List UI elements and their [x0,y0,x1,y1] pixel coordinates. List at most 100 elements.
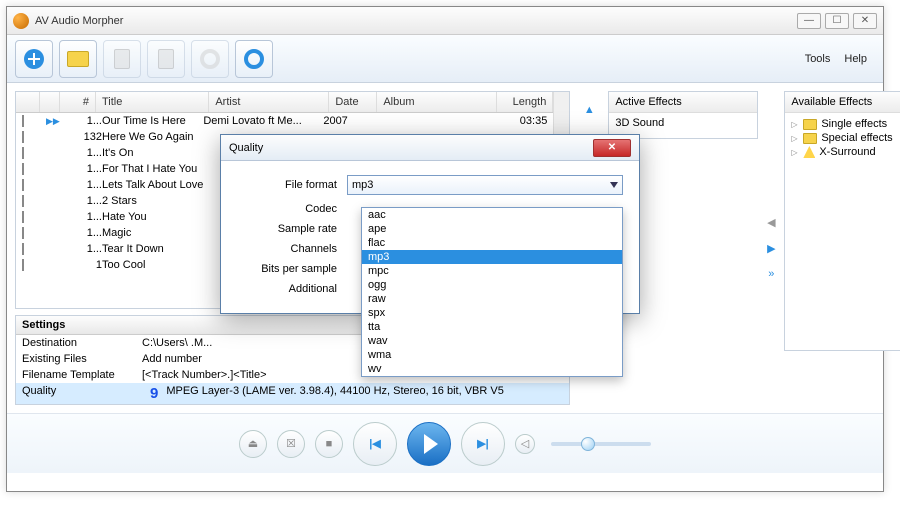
profile-button[interactable] [235,40,273,78]
label-channels: Channels [237,243,347,255]
clear-button[interactable] [147,40,185,78]
col-artist[interactable]: Artist [209,92,329,112]
dropdown-item[interactable]: spx [362,306,622,320]
play-icon [424,434,438,454]
dropdown-item[interactable]: mpc [362,264,622,278]
col-length[interactable]: Length [497,92,553,112]
cell-title: Too Cool [102,259,203,271]
dropdown-item[interactable]: ape [362,222,622,236]
chevron-right-icon: ▶ [767,242,775,255]
close-button[interactable]: ✕ [853,13,877,29]
col-title[interactable]: Title [96,92,209,112]
row-checkbox[interactable] [22,163,24,175]
cell-title: Hate You [102,211,203,223]
file-format-value: mp3 [352,179,373,191]
titlebar: AV Audio Morpher — ☐ ✕ [7,7,883,35]
dropdown-item[interactable]: flac [362,236,622,250]
active-effect-item[interactable]: 3D Sound [615,117,664,129]
add-folder-button[interactable] [59,40,97,78]
row-checkbox[interactable] [22,243,24,255]
cell-title: Here We Go Again [102,131,203,143]
delete-button[interactable] [103,40,141,78]
menu-help[interactable]: Help [844,53,867,65]
available-effects-panel: Available Effects ▷Single effects▷Specia… [784,91,900,351]
play-button[interactable] [407,422,451,466]
record-button[interactable]: ■ [315,430,343,458]
cell-num: 1... [66,211,102,223]
cell-title: Our Time Is Here [102,115,203,127]
row-checkbox[interactable] [22,211,24,223]
mute-button[interactable]: ◁ [515,434,535,454]
minimize-button[interactable]: — [797,13,821,29]
next-button[interactable]: ▶| [461,422,505,466]
tree-item[interactable]: ▷X-Surround [791,145,900,159]
prev-button[interactable]: |◀ [353,422,397,466]
expand-icon[interactable]: ▷ [791,120,799,129]
dropdown-item[interactable]: ogg [362,278,622,292]
volume-slider[interactable] [551,442,651,446]
table-row[interactable]: ▶▶ 1... Our Time Is Here Demi Lovato ft … [16,113,553,129]
cell-title: For That I Hate You [102,163,203,175]
active-effects-panel: Active Effects 3D Sound [608,91,758,139]
row-checkbox[interactable] [22,195,24,207]
cell-title: Tear It Down [102,243,203,255]
tree-item[interactable]: ▷Special effects [791,131,900,145]
trash-icon [114,49,130,69]
dropdown-item[interactable]: wma [362,348,622,362]
cell-num: 1... [66,195,102,207]
cell-num: 1... [66,227,102,239]
folder-icon [67,51,89,67]
menu-tools[interactable]: Tools [805,53,831,65]
add-button[interactable] [15,40,53,78]
setting-quality-value[interactable]: MPEG Layer-3 (LAME ver. 3.98.4), 44100 H… [166,385,563,402]
trash-dots-icon [158,49,174,69]
maximize-button[interactable]: ☐ [825,13,849,29]
dropdown-item[interactable]: wv [362,362,622,376]
effect-remove-all-button[interactable]: » [760,263,782,285]
dropdown-item[interactable]: aac [362,208,622,222]
row-checkbox[interactable] [22,131,24,143]
dropdown-item[interactable]: raw [362,292,622,306]
quality-dialog: Quality ✕ File format mp3 Codec Sample r… [220,134,640,314]
tree-item[interactable]: ▷Single effects [791,117,900,131]
dropdown-item[interactable]: wav [362,334,622,348]
row-checkbox[interactable] [22,259,24,271]
setting-template-label: Filename Template [22,369,142,381]
file-format-combo[interactable]: mp3 [347,175,623,195]
ring-icon [200,49,220,69]
arrow-up-icon: ▲ [584,104,595,116]
dialog-close-button[interactable]: ✕ [593,139,631,157]
row-checkbox[interactable] [22,179,24,191]
cell-date: 2007 [323,115,371,127]
col-num[interactable]: # [60,92,96,112]
row-checkbox[interactable] [22,147,24,159]
col-album[interactable]: Album [377,92,497,112]
cell-num: 1 [66,259,102,271]
label-additional: Additional [237,283,347,295]
label-file-format: File format [237,179,347,191]
expand-icon[interactable]: ▷ [791,148,799,157]
expand-icon[interactable]: ▷ [791,134,799,143]
slider-thumb[interactable] [581,437,595,451]
cell-num: 1... [66,163,102,175]
dropdown-item[interactable]: tta [362,320,622,334]
stop-button[interactable]: ☒ [277,430,305,458]
ring-button[interactable] [191,40,229,78]
file-format-dropdown[interactable]: aacapeflacmp3mpcoggrawspxttawavwmawv [361,207,623,377]
row-checkbox[interactable] [22,227,24,239]
cell-title: 2 Stars [102,195,203,207]
player-controls: ⏏ ☒ ■ |◀ ▶| ◁ [7,413,883,473]
effect-add-button[interactable]: ◀ [760,211,782,233]
row-checkbox[interactable] [22,115,24,127]
setting-destination-label: Destination [22,337,142,349]
eject-button[interactable]: ⏏ [239,430,267,458]
effect-remove-button[interactable]: ▶ [760,237,782,259]
dropdown-item[interactable]: mp3 [362,250,622,264]
profile-icon [244,49,264,69]
next-icon: ▶| [477,437,489,450]
cell-num: 1... [66,147,102,159]
col-date[interactable]: Date [329,92,377,112]
double-chevron-right-icon: » [768,268,774,280]
move-up-button[interactable]: ▲ [578,99,600,121]
dialog-title: Quality [229,142,263,154]
